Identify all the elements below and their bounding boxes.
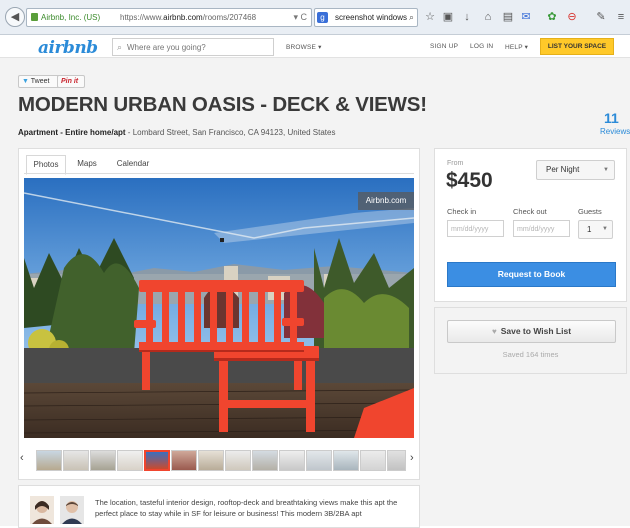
cohost-avatar[interactable] bbox=[60, 496, 84, 524]
save-to-wishlist-button[interactable]: ♥ Save to Wish List bbox=[447, 320, 616, 343]
stop-icon[interactable]: ⊖ bbox=[565, 10, 579, 24]
download-icon[interactable]: ↓ bbox=[460, 10, 474, 24]
host-avatar[interactable] bbox=[30, 496, 54, 524]
thumbnail-prev-button[interactable]: ‹ bbox=[20, 452, 24, 464]
main-listing-photo[interactable] bbox=[24, 178, 414, 438]
help-menu[interactable]: HELP ▾ bbox=[505, 43, 528, 51]
check-in-input[interactable]: mm/dd/yyyy bbox=[447, 220, 504, 237]
back-button[interactable]: ◀ bbox=[5, 7, 25, 27]
location-search-input[interactable] bbox=[127, 39, 267, 55]
price-period-select[interactable]: Per Night ▼ bbox=[536, 160, 615, 180]
browser-search-box[interactable]: g screenshot windows ⌕ bbox=[314, 8, 418, 27]
tab-photos[interactable]: Photos bbox=[26, 155, 66, 175]
guests-value: 1 bbox=[587, 225, 592, 234]
star-icon[interactable]: ☆ bbox=[423, 10, 437, 24]
photo-thumbnail[interactable] bbox=[387, 450, 406, 471]
guests-select[interactable]: 1 ▼ bbox=[578, 220, 613, 239]
tab-calendar[interactable]: Calendar bbox=[110, 155, 156, 173]
check-out-input[interactable]: mm/dd/yyyy bbox=[513, 220, 570, 237]
saved-count: Saved 164 times bbox=[502, 350, 559, 359]
photo-thumbnail[interactable] bbox=[360, 450, 386, 471]
url-text: https://www.airbnb.com/rooms/207468 bbox=[120, 13, 257, 22]
site-identity: Airbnb, Inc. (US) bbox=[41, 13, 101, 22]
list-your-space-button[interactable]: LIST YOUR SPACE bbox=[540, 38, 614, 55]
photo-watermark-badge: Airbnb.com bbox=[358, 192, 414, 210]
browser-search-query: screenshot windows bbox=[335, 13, 408, 22]
listing-subtitle: Apartment - Entire home/apt - Lombard St… bbox=[18, 128, 335, 137]
extension-icon[interactable]: ▤ bbox=[501, 10, 515, 24]
photo-thumbnail[interactable] bbox=[225, 450, 251, 471]
wishlist-label: Save to Wish List bbox=[500, 326, 572, 336]
search-icon: ⌕ bbox=[117, 42, 123, 52]
clipboard-icon[interactable]: ▣ bbox=[441, 10, 455, 24]
airbnb-logo[interactable]: airbnb bbox=[38, 38, 98, 58]
chevron-down-icon: ▼ bbox=[602, 226, 608, 232]
reviews-count[interactable]: 11 bbox=[604, 110, 619, 126]
back-arrow-icon: ◀ bbox=[10, 11, 20, 23]
reload-icon[interactable]: ▾ C bbox=[293, 9, 307, 26]
tools-icon[interactable]: ✎ bbox=[594, 10, 608, 24]
check-out-label: Check out bbox=[513, 207, 547, 216]
check-in-label: Check in bbox=[447, 207, 477, 216]
log-in-link[interactable]: LOG IN bbox=[470, 43, 493, 50]
lock-icon bbox=[31, 13, 38, 21]
chevron-down-icon: ▼ bbox=[603, 167, 609, 173]
listing-address: - Lombard Street, San Francisco, CA 9412… bbox=[125, 128, 336, 137]
tabs-divider bbox=[24, 173, 414, 174]
tweet-button[interactable]: ▼ Tweet bbox=[18, 75, 60, 88]
nightly-price: $450 bbox=[446, 169, 493, 192]
photo-thumbnail[interactable] bbox=[252, 450, 278, 471]
browse-menu[interactable]: BROWSE ▾ bbox=[286, 43, 322, 51]
photo-thumbnail[interactable] bbox=[333, 450, 359, 471]
photo-thumbnail[interactable] bbox=[279, 450, 305, 471]
photo-thumbnail[interactable] bbox=[171, 450, 197, 471]
price-from-label: From bbox=[447, 160, 464, 167]
pin-it-button[interactable]: Pin it bbox=[57, 75, 85, 88]
photo-thumbnail[interactable] bbox=[306, 450, 332, 471]
listing-type: Apartment - Entire home/apt bbox=[18, 128, 126, 137]
price-period-value: Per Night bbox=[546, 165, 580, 174]
heart-icon: ♥ bbox=[491, 327, 497, 336]
photo-thumbnail[interactable] bbox=[36, 450, 62, 471]
guests-label: Guests bbox=[578, 207, 602, 216]
photo-thumbnail[interactable] bbox=[90, 450, 116, 471]
feedback-icon[interactable]: ✉ bbox=[519, 10, 533, 24]
address-bar[interactable]: Airbnb, Inc. (US) https://www.airbnb.com… bbox=[26, 8, 312, 27]
search-engine-icon[interactable]: g bbox=[317, 12, 328, 23]
puzzle-icon[interactable]: ✿ bbox=[545, 10, 559, 24]
photo-thumbnail-selected[interactable] bbox=[144, 450, 170, 471]
menu-icon[interactable]: ≡ bbox=[614, 10, 628, 24]
twitter-bird-icon: ▼ bbox=[22, 78, 29, 85]
tab-maps[interactable]: Maps bbox=[70, 155, 104, 173]
photo-thumbnail[interactable] bbox=[198, 450, 224, 471]
listing-description: The location, tasteful interior design, … bbox=[95, 498, 398, 518]
sign-up-link[interactable]: SIGN UP bbox=[430, 43, 458, 50]
home-icon[interactable]: ⌂ bbox=[481, 10, 495, 24]
reviews-link[interactable]: Reviews bbox=[600, 127, 630, 136]
request-to-book-button[interactable]: Request to Book bbox=[447, 262, 616, 287]
listing-title: MODERN URBAN OASIS - DECK & VIEWS! bbox=[18, 93, 427, 116]
photo-thumbnail[interactable] bbox=[117, 450, 143, 471]
thumbnail-next-button[interactable]: › bbox=[410, 452, 414, 464]
search-icon[interactable]: ⌕ bbox=[409, 9, 414, 26]
location-search[interactable]: ⌕ bbox=[112, 38, 274, 56]
photo-thumbnail[interactable] bbox=[63, 450, 89, 471]
